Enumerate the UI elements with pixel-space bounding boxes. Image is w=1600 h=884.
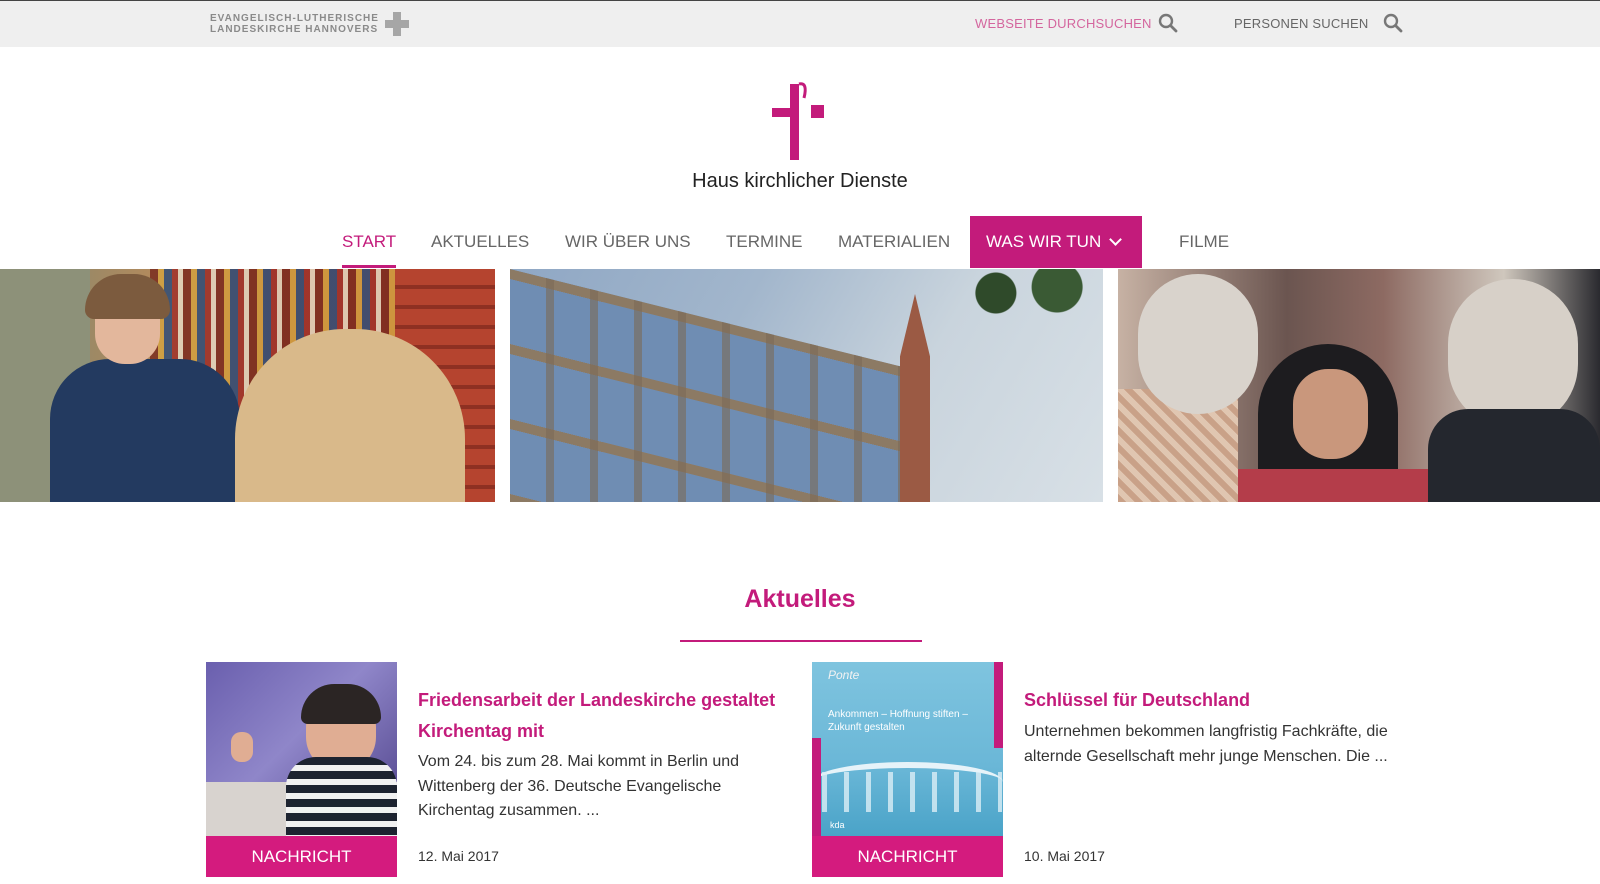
section-divider — [680, 640, 922, 642]
search-icon[interactable] — [1383, 13, 1403, 33]
search-persons-link[interactable]: PERSONEN SUCHEN — [1234, 16, 1368, 31]
news-title[interactable]: Schlüssel für Deutschland — [1024, 685, 1404, 716]
main-navigation: START AKTUELLES WIR ÜBER UNS TERMINE MAT… — [0, 216, 1600, 268]
search-website-link[interactable]: WEBSEITE DURCHSUCHEN — [975, 16, 1152, 31]
nav-aktuelles[interactable]: AKTUELLES — [431, 216, 529, 268]
nav-aktuelles-label: AKTUELLES — [431, 232, 530, 251]
nav-materialien[interactable]: MATERIALIEN — [838, 216, 950, 268]
nav-filme[interactable]: FILME — [1179, 216, 1229, 268]
news-date: 12. Mai 2017 — [418, 848, 499, 864]
chevron-down-icon — [1109, 233, 1123, 246]
nav-start-label: START — [342, 232, 397, 251]
brochure-heading: Ankommen – Hoffnung stiften – Zukunft ge… — [828, 709, 968, 733]
nav-termine[interactable]: TERMINE — [726, 216, 803, 268]
nav-filme-label: FILME — [1179, 232, 1230, 251]
news-image-kirchentag[interactable] — [206, 662, 397, 836]
hero-photo-building — [510, 269, 1103, 502]
nav-materialien-label: MATERIALIEN — [838, 232, 951, 251]
news-teaser: Unternehmen bekommen langfristig Fachkrä… — [1024, 723, 1388, 765]
nav-was-wir-tun[interactable]: WAS WIR TUN — [970, 216, 1142, 268]
site-name: Haus kirchlicher Dienste — [692, 170, 908, 192]
news-image-schluessel[interactable]: Ponte Ankommen – Hoffnung stiften – Zuku… — [812, 662, 1003, 836]
brochure-footer: kda — [830, 820, 845, 830]
nav-wir-ueber-uns-label: WIR ÜBER UNS — [565, 232, 691, 251]
nav-was-wir-tun-label: WAS WIR TUN — [986, 232, 1102, 251]
nav-termine-label: TERMINE — [726, 232, 803, 251]
cross-logo-icon — [772, 82, 824, 160]
hero-photo-dialogue — [1118, 269, 1600, 502]
news-tag[interactable]: NACHRICHT — [206, 836, 397, 877]
search-icon[interactable] — [1158, 13, 1178, 33]
landeskirche-logo-line1: EVANGELISCH-LUTHERISCHE — [210, 13, 379, 24]
cross-icon — [384, 12, 409, 36]
news-title[interactable]: Friedensarbeit der Landeskirche gestalte… — [418, 685, 798, 747]
site-brand[interactable]: Haus kirchlicher Dienste — [680, 80, 920, 193]
news-teaser: Vom 24. bis zum 28. Mai kommt in Berlin … — [418, 753, 740, 819]
nav-start[interactable]: START — [342, 216, 397, 268]
section-title: Aktuelles — [744, 585, 856, 613]
nav-wir-ueber-uns[interactable]: WIR ÜBER UNS — [565, 216, 691, 268]
news-tag[interactable]: NACHRICHT — [812, 836, 1003, 877]
brochure-brand: Ponte — [828, 668, 860, 682]
top-utility-bar: EVANGELISCH-LUTHERISCHE LANDESKIRCHE HAN… — [0, 0, 1600, 47]
landeskirche-logo-line2: LANDESKIRCHE HANNOVERS — [210, 24, 379, 35]
news-date: 10. Mai 2017 — [1024, 848, 1105, 864]
hero-photo-consultation — [0, 269, 495, 502]
landeskirche-logo[interactable]: EVANGELISCH-LUTHERISCHE LANDESKIRCHE HAN… — [210, 12, 409, 36]
